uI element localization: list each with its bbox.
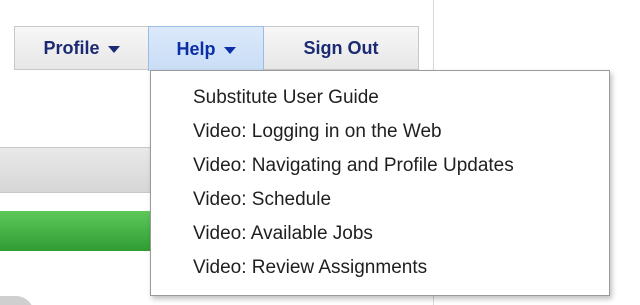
profile-menu-button[interactable]: Profile bbox=[14, 26, 148, 70]
background-green-bar bbox=[0, 211, 160, 251]
menu-item-video-schedule[interactable]: Video: Schedule bbox=[151, 187, 609, 221]
menu-item-video-review-assignments[interactable]: Video: Review Assignments bbox=[151, 255, 609, 289]
background-corner-shape bbox=[0, 296, 34, 305]
profile-menu-label: Profile bbox=[43, 37, 100, 58]
sign-out-button[interactable]: Sign Out bbox=[264, 26, 419, 70]
menu-item-substitute-user-guide[interactable]: Substitute User Guide bbox=[151, 85, 609, 119]
sign-out-label: Sign Out bbox=[303, 37, 379, 58]
background-gray-bar bbox=[0, 147, 160, 193]
menu-item-video-logging-in[interactable]: Video: Logging in on the Web bbox=[151, 119, 609, 153]
menu-item-video-navigating[interactable]: Video: Navigating and Profile Updates bbox=[151, 153, 609, 187]
help-menu-button[interactable]: Help bbox=[148, 26, 264, 71]
top-nav-bar: Profile Help Sign Out bbox=[14, 26, 419, 71]
help-menu-label: Help bbox=[176, 38, 216, 59]
help-dropdown-menu: Substitute User Guide Video: Logging in … bbox=[150, 70, 610, 296]
caret-down-icon bbox=[223, 46, 236, 54]
menu-item-video-available-jobs[interactable]: Video: Available Jobs bbox=[151, 221, 609, 255]
page: Profile Help Sign Out Substitute User Gu… bbox=[0, 0, 640, 305]
caret-down-icon bbox=[107, 45, 120, 53]
